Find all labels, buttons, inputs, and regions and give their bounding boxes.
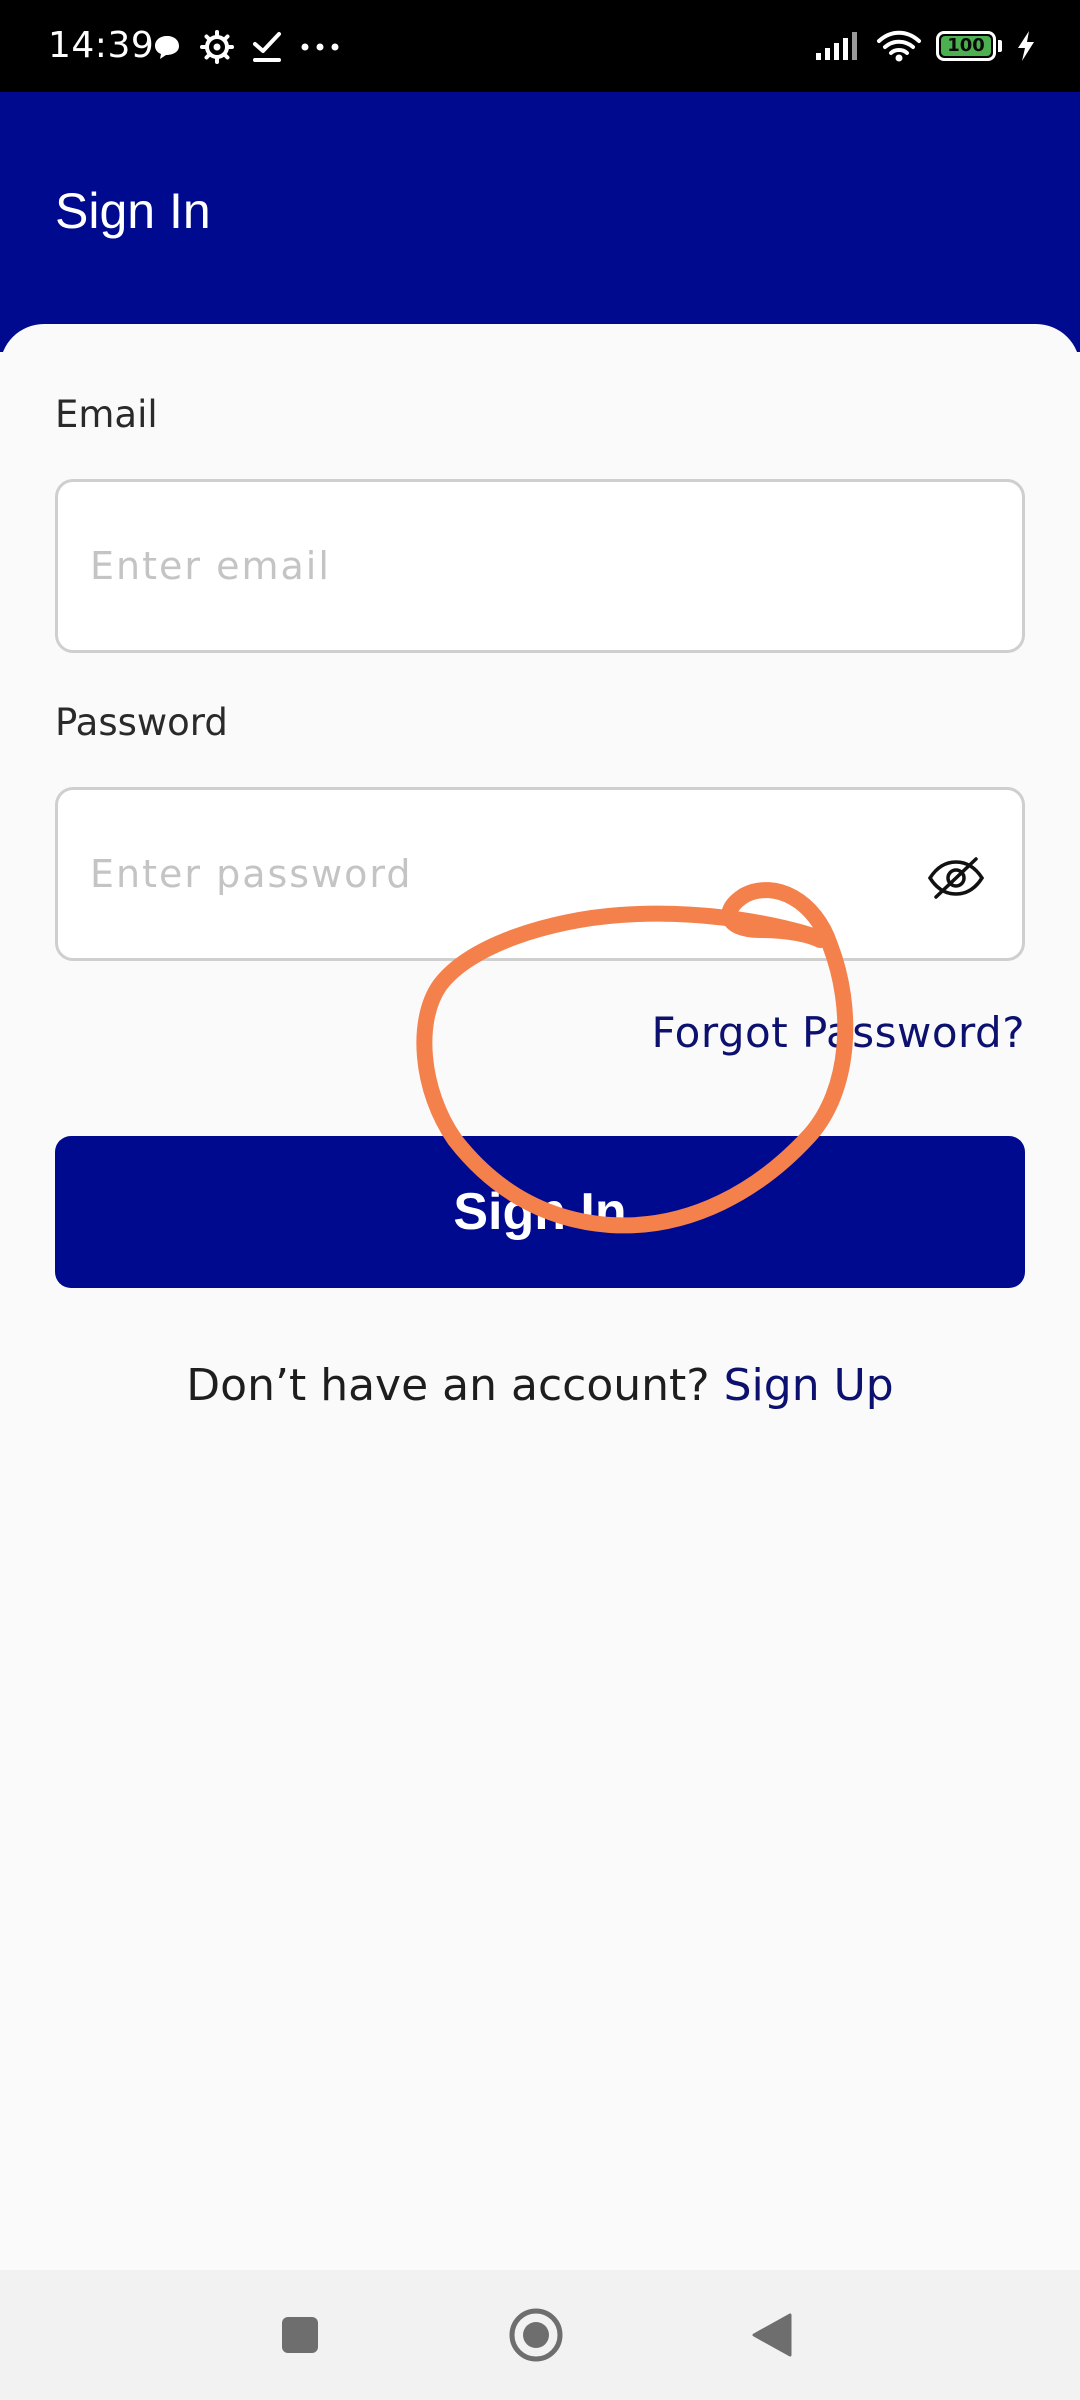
status-notification-icons: [152, 30, 358, 64]
password-field[interactable]: [55, 787, 1025, 961]
password-input[interactable]: [90, 790, 910, 958]
system-navigation-bar: [0, 2270, 1080, 2400]
password-label: Password: [55, 701, 228, 744]
signal-icon: [814, 31, 862, 61]
home-circle-icon[interactable]: [506, 2305, 566, 2365]
status-system-icons: 100: [800, 30, 1036, 62]
status-time: 14:39: [48, 25, 155, 66]
email-label: Email: [55, 393, 158, 436]
status-bar: 14:39 100: [0, 0, 1080, 92]
settings-icon: [200, 30, 234, 64]
email-input[interactable]: [90, 482, 910, 650]
recents-square-icon[interactable]: [270, 2305, 330, 2365]
battery-icon: 100: [936, 31, 996, 61]
back-triangle-icon[interactable]: [742, 2305, 802, 2365]
app-header: Sign In: [0, 92, 1080, 352]
sign-in-button[interactable]: Sign In: [55, 1136, 1025, 1288]
more-dots-icon: [300, 42, 340, 52]
sign-in-form-card: Email Password Forgot Password? Sign In …: [0, 324, 1080, 2270]
battery-level: 100: [947, 35, 985, 56]
forgot-password-link[interactable]: Forgot Password?: [651, 1012, 1025, 1054]
sign-up-row: Don’t have an account? Sign Up: [0, 1364, 1080, 1408]
eye-off-icon[interactable]: [926, 848, 986, 908]
battery-cap: [998, 40, 1002, 52]
wifi-icon: [876, 30, 922, 62]
email-field[interactable]: [55, 479, 1025, 653]
charging-icon: [1016, 30, 1036, 62]
sign-up-prompt: Don’t have an account?: [186, 1360, 710, 1411]
sign-in-button-label: Sign In: [453, 1183, 627, 1241]
chat-bubble-icon: [152, 32, 182, 62]
check-icon: [252, 31, 282, 63]
sign-up-link[interactable]: Sign Up: [724, 1360, 894, 1411]
page-title: Sign In: [55, 183, 211, 239]
